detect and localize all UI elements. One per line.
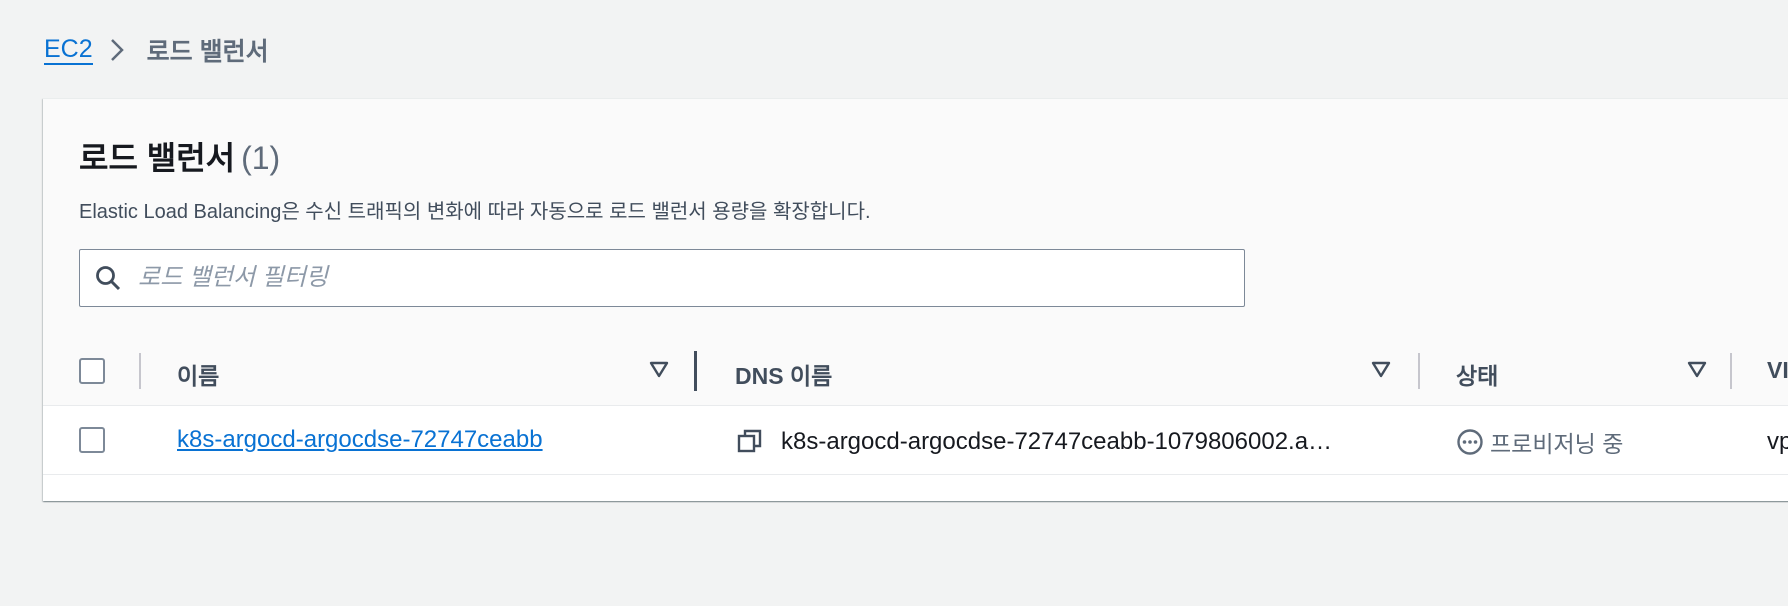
column-divider[interactable] bbox=[1730, 353, 1732, 389]
column-divider-active[interactable] bbox=[694, 351, 697, 391]
search-icon bbox=[94, 264, 122, 292]
copy-icon[interactable] bbox=[737, 428, 763, 454]
page-description: Elastic Load Balancing은 수신 트래픽의 변화에 따라 자… bbox=[79, 201, 871, 223]
breadcrumb-ec2-link[interactable]: EC2 bbox=[44, 35, 93, 65]
sort-down-icon[interactable] bbox=[1371, 361, 1391, 379]
title-count: (1) bbox=[241, 140, 281, 176]
chevron-right-icon bbox=[109, 37, 125, 63]
table-header-row: 이름 DNS 이름 상태 VI bbox=[43, 337, 1788, 406]
select-all-checkbox[interactable] bbox=[79, 358, 105, 384]
status-text: 프로비저닝 중 bbox=[1490, 431, 1624, 457]
filter-search-box[interactable] bbox=[79, 249, 1245, 307]
column-header-status[interactable]: 상태 bbox=[1456, 357, 1498, 391]
load-balancer-name-link[interactable]: k8s-argocd-argocdse-72747ceabb bbox=[177, 426, 543, 454]
pending-icon bbox=[1456, 428, 1484, 456]
vpc-value: vp bbox=[1767, 428, 1788, 455]
table-row: k8s-argocd-argocdse-72747ceabb k8s-argoc… bbox=[43, 406, 1788, 475]
column-header-name[interactable]: 이름 bbox=[177, 357, 219, 391]
sort-down-icon[interactable] bbox=[1687, 361, 1707, 379]
load-balancers-container: 로드 밸런서 (1) Elastic Load Balancing은 수신 트래픽… bbox=[43, 98, 1788, 501]
title-text: 로드 밸런서 bbox=[79, 140, 236, 176]
column-divider bbox=[139, 353, 141, 389]
status-badge: 프로비저닝 중 bbox=[1456, 425, 1623, 459]
breadcrumb: EC2 로드 밸런서 bbox=[44, 30, 269, 70]
container-header: 로드 밸런서 (1) Elastic Load Balancing은 수신 트래픽… bbox=[43, 99, 1788, 338]
dns-name-value: k8s-argocd-argocdse-72747ceabb-107980600… bbox=[781, 428, 1333, 455]
page-title: 로드 밸런서 (1) bbox=[79, 133, 280, 179]
filter-search-input[interactable] bbox=[136, 263, 1220, 293]
column-header-dns[interactable]: DNS 이름 bbox=[735, 357, 832, 391]
breadcrumb-current: 로드 밸런서 bbox=[146, 38, 269, 66]
row-select-checkbox[interactable] bbox=[79, 427, 105, 453]
sort-down-icon[interactable] bbox=[649, 361, 669, 379]
page: EC2 로드 밸런서 로드 밸런서 (1) Elastic Load Balanc… bbox=[0, 0, 1788, 606]
column-header-vpc[interactable]: VI bbox=[1767, 357, 1788, 384]
column-divider[interactable] bbox=[1418, 353, 1420, 389]
